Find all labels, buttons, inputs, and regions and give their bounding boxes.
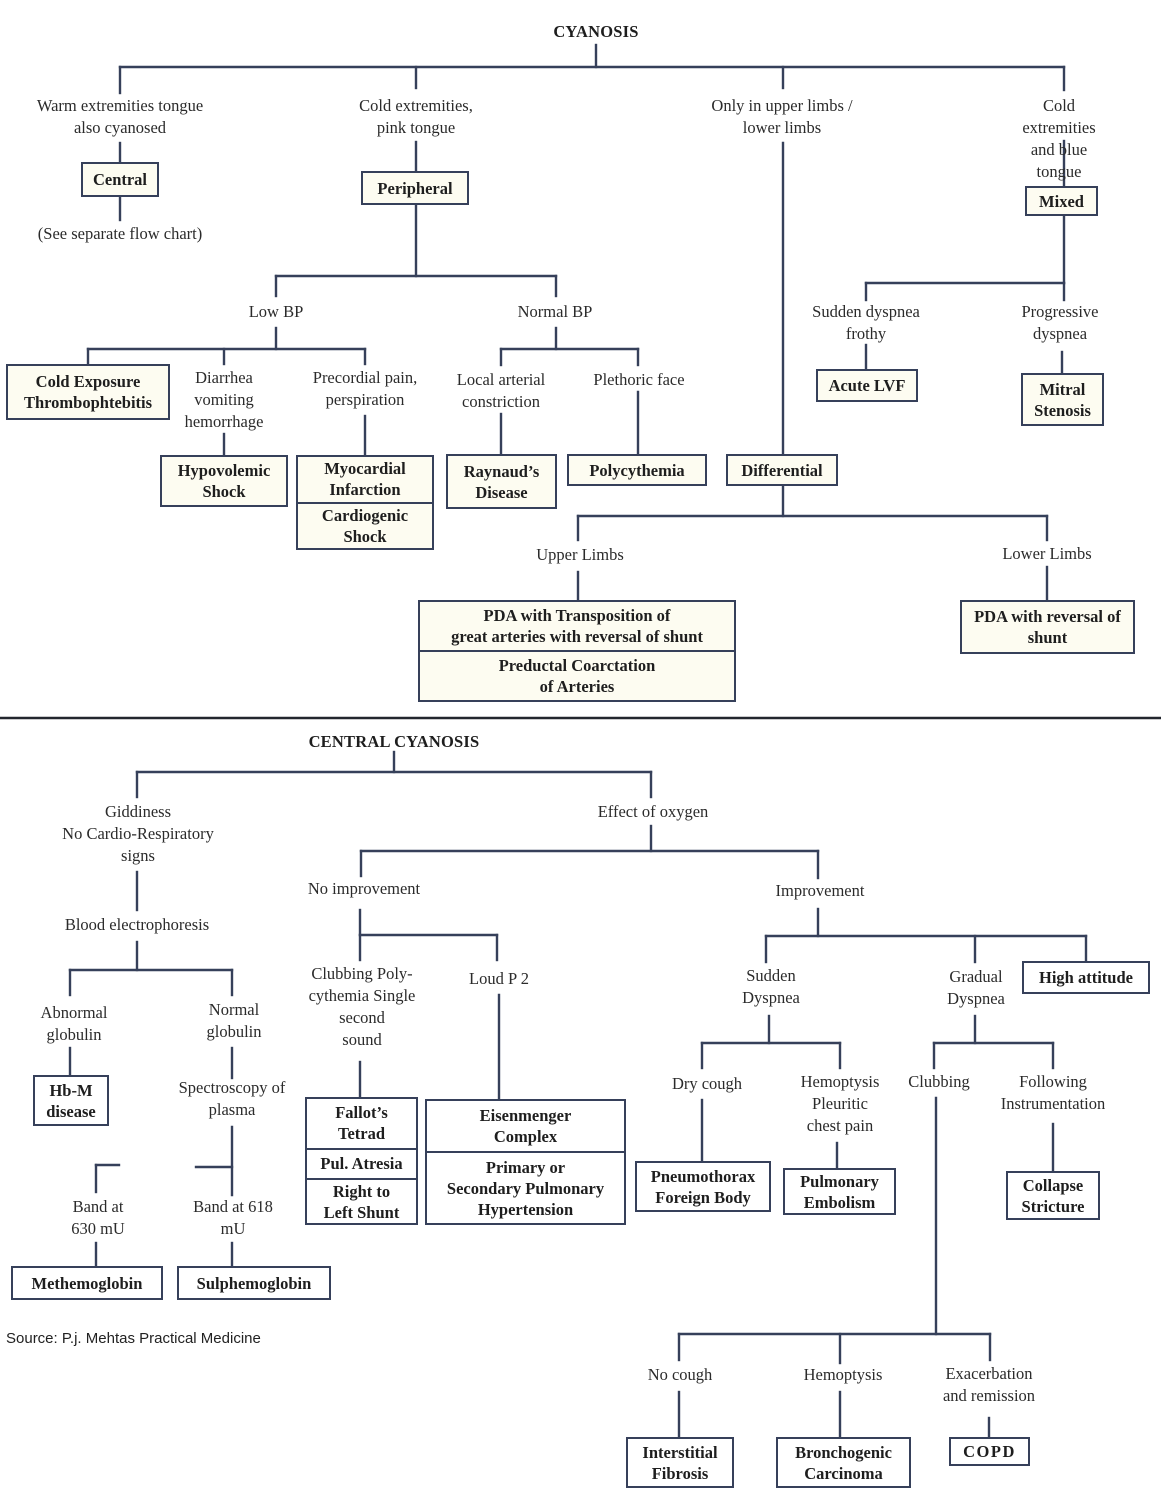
high-attitude-text: High attitude (1039, 968, 1133, 987)
cold-exposure-text: Cold Exposure Thrombophtebitis (23, 372, 153, 412)
eisenmenger-group-box: Eisenmenger Complex Primary or Secondary… (425, 1099, 626, 1225)
central-box-text: Central (92, 170, 148, 189)
collapse-stricture-box: Collapse Stricture (1006, 1171, 1100, 1220)
hemoptysis-label: Hemoptysis (803, 1365, 883, 1384)
plethoric-label: Plethoric face (593, 370, 685, 389)
pneumothorax-text: Pneumothorax Foreign Body (650, 1166, 756, 1207)
upper-limbs-label: Upper Limbs (536, 545, 624, 564)
normal-bp-label: Normal BP (517, 302, 593, 321)
sudden-dyspnea-label: Sudden Dyspnea (742, 966, 800, 1007)
pda-reversal-text: PDA with reversal of shunt (974, 607, 1121, 647)
low-bp-label: Low BP (248, 302, 304, 321)
band-630-label: Band at 630 mU (71, 1197, 125, 1238)
pulmonary-embolism-text: Pulmonary Embolism (800, 1171, 879, 1212)
polycythemia-box: Polycythemia (567, 454, 707, 486)
central-note: (See separate flow chart) (37, 224, 203, 243)
copd-box: COPD (949, 1437, 1030, 1466)
cyanosis-title: CYANOSIS (553, 22, 639, 41)
cardiogenic-text: Cardiogenic Shock (298, 501, 432, 549)
dry-cough-label: Dry cough (671, 1074, 743, 1093)
lower-limbs-label: Lower Limbs (1002, 544, 1092, 563)
differential-text: Differential (741, 460, 823, 480)
mi-text: Myocardial Infarction (324, 459, 406, 500)
diarrhea-label: Diarrhea vomiting hemorrhage (184, 368, 264, 431)
hypovolemic-text: Hypovolemic Shock (177, 461, 271, 501)
clubbing-polycythemia-label: Clubbing Poly- cythemia Single second so… (308, 964, 416, 1049)
collapse-stricture-text: Collapse Stricture (1021, 1175, 1085, 1216)
pul-atresia-text: Pul. Atresia (307, 1147, 416, 1179)
band-618-label: Band at 618 mU (193, 1197, 273, 1238)
limbs-label: Only in upper limbs / lower limbs (711, 96, 853, 137)
acute-lvf-box: Acute LVF (816, 369, 918, 402)
effect-oxygen-label: Effect of oxygen (597, 802, 709, 821)
hbm-disease-box: Hb-M disease (33, 1075, 109, 1126)
acute-lvf-text: Acute LVF (828, 376, 906, 395)
pda-reversal-box: PDA with reversal of shunt (960, 600, 1135, 654)
central-cyanosis-title: CENTRAL CYANOSIS (308, 732, 480, 751)
methemoglobin-box: Methemoglobin (11, 1266, 163, 1300)
improvement-label: Improvement (775, 881, 865, 900)
polycythemia-text: Polycythemia (589, 460, 685, 480)
blood-electrophoresis-label: Blood electrophoresis (64, 915, 210, 934)
cold-blue-label: Cold extremities and blue tongue (1022, 96, 1096, 181)
pulmonary-hypertension-text: Primary or Secondary Pulmonary Hypertens… (427, 1151, 624, 1223)
cold-exposure-box: Cold Exposure Thrombophtebitis (6, 364, 170, 420)
methemoglobin-text: Methemoglobin (31, 1273, 143, 1293)
precordial-label: Precordial pain, perspiration (312, 368, 418, 409)
bronchogenic-carcinoma-box: Bronchogenic Carcinoma (776, 1437, 911, 1488)
abnormal-globulin-label: Abnormal globulin (40, 1003, 108, 1044)
fallot-text: Fallot’s Tetrad (335, 1103, 388, 1144)
gradual-dyspnea-label: Gradual Dyspnea (947, 967, 1005, 1008)
local-arterial-label: Local arterial constriction (456, 370, 546, 411)
upper-limbs-box: PDA with Transposition of great arteries… (418, 600, 736, 702)
pda-transposition-text: PDA with Transposition of great arteries… (451, 606, 703, 646)
fallot-group-box: Fallot’s Tetrad Pul. Atresia Right to Le… (305, 1097, 418, 1225)
no-improvement-label: No improvement (307, 879, 421, 898)
warm-extremities-label: Warm extremities tongue also cyanosed (36, 96, 204, 137)
cold-pink-label: Cold extremities, pink tongue (359, 96, 473, 137)
mixed-box: Mixed (1025, 186, 1098, 216)
eisenmenger-text: Eisenmenger Complex (479, 1106, 572, 1146)
copd-text: COPD (963, 1442, 1016, 1461)
raynaud-box: Raynaud’s Disease (446, 454, 557, 509)
high-attitude-box: High attitude (1022, 961, 1150, 994)
peripheral-box-text: Peripheral (377, 178, 453, 198)
central-box: Central (81, 162, 159, 197)
mi-cardiogenic-box: Myocardial Infarction Cardiogenic Shock (296, 455, 434, 550)
interstitial-fibrosis-text: Interstitial Fibrosis (642, 1442, 718, 1483)
pulmonary-embolism-box: Pulmonary Embolism (783, 1168, 896, 1215)
sulphemoglobin-box: Sulphemoglobin (177, 1266, 331, 1300)
pneumothorax-box: Pneumothorax Foreign Body (635, 1161, 771, 1212)
peripheral-box: Peripheral (361, 171, 469, 205)
raynaud-text: Raynaud’s Disease (463, 461, 540, 502)
sudden-dyspnea-frothy-label: Sudden dyspnea frothy (812, 302, 920, 343)
differential-box: Differential (726, 454, 838, 486)
no-cough-label: No cough (647, 1365, 713, 1384)
loud-p2-label: Loud P 2 (469, 969, 529, 988)
sulphemoglobin-text: Sulphemoglobin (196, 1273, 312, 1293)
interstitial-fibrosis-box: Interstitial Fibrosis (626, 1437, 734, 1488)
normal-globulin-label: Normal globulin (206, 1000, 262, 1041)
hbm-disease-text: Hb-M disease (46, 1080, 96, 1121)
right-left-shunt-text: Right to Left Shunt (307, 1178, 416, 1223)
clubbing-label: Clubbing (908, 1072, 970, 1091)
mitral-stenosis-box: Mitral Stenosis (1021, 373, 1104, 426)
hypovolemic-box: Hypovolemic Shock (160, 455, 288, 507)
following-instrumentation-label: Following Instrumentation (1000, 1072, 1106, 1113)
source-caption: Source: P.j. Mehtas Practical Medicine (6, 1330, 261, 1347)
mitral-stenosis-text: Mitral Stenosis (1034, 379, 1091, 420)
preductal-text: Preductal Coarctation of Arteries (420, 650, 734, 700)
progressive-dyspnea-label: Progressive dyspnea (1021, 302, 1099, 343)
giddiness-label: Giddiness No Cardio-Respiratory signs (62, 802, 214, 865)
spectroscopy-label: Spectroscopy of plasma (178, 1078, 286, 1119)
bronchogenic-carcinoma-text: Bronchogenic Carcinoma (795, 1442, 892, 1483)
mixed-box-text: Mixed (1039, 191, 1084, 211)
exacerbation-label: Exacerbation and remission (942, 1364, 1036, 1405)
hemoptysis-pleuritic-label: Hemoptysis Pleuritic chest pain (800, 1072, 880, 1135)
